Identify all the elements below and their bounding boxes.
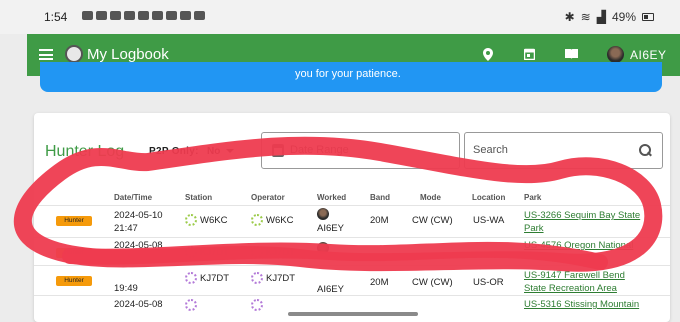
- wifi-icon: ≋: [580, 10, 591, 24]
- user-avatar[interactable]: [607, 46, 624, 63]
- youtube-icon: [166, 11, 177, 20]
- youtube-icon: [82, 11, 93, 20]
- calendar-icon[interactable]: [523, 48, 536, 63]
- p2p-only-select[interactable]: No: [207, 146, 220, 157]
- voicemail-icon: [138, 11, 149, 20]
- status-bar: 1:54 ✱ ≋ ▟ 49%: [0, 0, 680, 34]
- operator-icon: [251, 246, 263, 258]
- signal-icon: ▟: [596, 10, 606, 24]
- p2p-only-label: P2P Only:: [149, 146, 199, 157]
- calendar-icon: [272, 144, 284, 157]
- book-icon[interactable]: [565, 48, 578, 62]
- table-row[interactable]: Hunter 2024-05-10 21:47 W6KC W6KC AI6EY …: [34, 205, 670, 234]
- hunter-log-title: Hunter Log: [45, 143, 125, 160]
- station-icon: [185, 214, 197, 226]
- gallery-icon: [194, 11, 205, 20]
- youtube-icon: [180, 11, 191, 20]
- chat-icon: [152, 11, 163, 20]
- header-band[interactable]: Band: [370, 193, 390, 202]
- header-operator[interactable]: Operator: [251, 193, 285, 202]
- header-location[interactable]: Location: [472, 193, 505, 202]
- search-icon[interactable]: [639, 144, 651, 156]
- row-operator[interactable]: KJ7DT: [266, 272, 295, 285]
- row-mode: CW (CW): [412, 215, 453, 226]
- row-location: US-WA: [473, 215, 505, 226]
- screen: 1:54 ✱ ≋ ▟ 49% My Logbook AI6EY you for …: [0, 0, 680, 322]
- header-worked[interactable]: Worked: [317, 193, 346, 202]
- table-row[interactable]: Hunter 2024-05-08 KJ7DT KJ7DT US-4576 Or…: [34, 237, 670, 266]
- youtube-icon: [110, 11, 121, 20]
- hunter-badge: Hunter: [56, 216, 92, 226]
- worked-avatar: [317, 208, 329, 220]
- row-station[interactable]: W6KC: [200, 214, 227, 227]
- row-station[interactable]: KJ7DT: [200, 246, 229, 259]
- battery-percent: 49%: [611, 10, 636, 24]
- row-park-link[interactable]: US-4576 Oregon National: [524, 239, 649, 252]
- header-mode[interactable]: Mode: [420, 193, 441, 202]
- home-indicator[interactable]: [288, 312, 418, 316]
- table-row[interactable]: 2024-05-08 US-5316 Stissing Mountain: [34, 295, 670, 322]
- search-label: Search: [473, 144, 508, 156]
- row-park-link[interactable]: US-5316 Stissing Mountain: [524, 298, 649, 311]
- row-date: 2024-05-10: [114, 210, 163, 221]
- operator-icon: [251, 299, 263, 311]
- station-icon: [185, 246, 197, 258]
- header-datetime[interactable]: Date/Time: [114, 193, 152, 202]
- bluetooth-icon: ✱: [564, 10, 575, 24]
- status-time: 1:54: [44, 10, 68, 24]
- notification-icons: [82, 11, 205, 20]
- row-mode: CW (CW): [412, 277, 453, 288]
- station-icon: [185, 299, 197, 311]
- app-title[interactable]: My Logbook: [87, 46, 169, 63]
- banner-text: you for your patience.: [295, 68, 401, 80]
- header-station[interactable]: Station: [185, 193, 212, 202]
- date-range-label: Date Range: [290, 144, 349, 156]
- row-operator[interactable]: KJ7DT: [266, 246, 295, 259]
- row-operator[interactable]: W6KC: [266, 214, 293, 227]
- row-location: US-OR: [473, 277, 504, 288]
- row-park-link[interactable]: US-9147 Farewell Bend State Recreation A…: [524, 269, 649, 295]
- menu-icon[interactable]: [39, 49, 53, 60]
- info-banner: you for your patience.: [40, 62, 662, 92]
- operator-icon: [251, 272, 263, 284]
- row-park-link[interactable]: US-3266 Sequim Bay State Park: [524, 209, 649, 235]
- row-band: 20M: [370, 215, 389, 226]
- station-icon: [185, 272, 197, 284]
- row-worked[interactable]: AI6EY: [317, 222, 344, 235]
- user-callsign[interactable]: AI6EY: [630, 48, 667, 62]
- row-band: 20M: [370, 277, 389, 288]
- row-station[interactable]: KJ7DT: [200, 272, 229, 285]
- row-time: 19:49: [114, 283, 138, 294]
- row-time: 21:47: [114, 223, 138, 234]
- chevron-down-icon[interactable]: [226, 149, 234, 153]
- hunter-badge: Hunter: [56, 248, 92, 258]
- operator-icon: [251, 214, 263, 226]
- battery-icon: [642, 13, 654, 21]
- row-date: 2024-05-08: [114, 299, 163, 310]
- worked-avatar: [317, 242, 329, 254]
- youtube-icon: [96, 11, 107, 20]
- table-row[interactable]: Hunter 19:49 KJ7DT KJ7DT AI6EY 20M CW (C…: [34, 265, 670, 295]
- header-park[interactable]: Park: [524, 193, 541, 202]
- date-range-field[interactable]: Date Range: [261, 132, 460, 169]
- tmobile-icon: [124, 11, 135, 20]
- row-date: 2024-05-08: [114, 240, 163, 251]
- status-right: ✱ ≋ ▟ 49%: [565, 10, 654, 24]
- hunter-log-card: Hunter Log P2P Only: No Date Range Searc…: [34, 113, 670, 322]
- app-logo: [65, 45, 83, 63]
- hunter-badge: Hunter: [56, 276, 92, 286]
- search-input[interactable]: Search: [464, 132, 663, 169]
